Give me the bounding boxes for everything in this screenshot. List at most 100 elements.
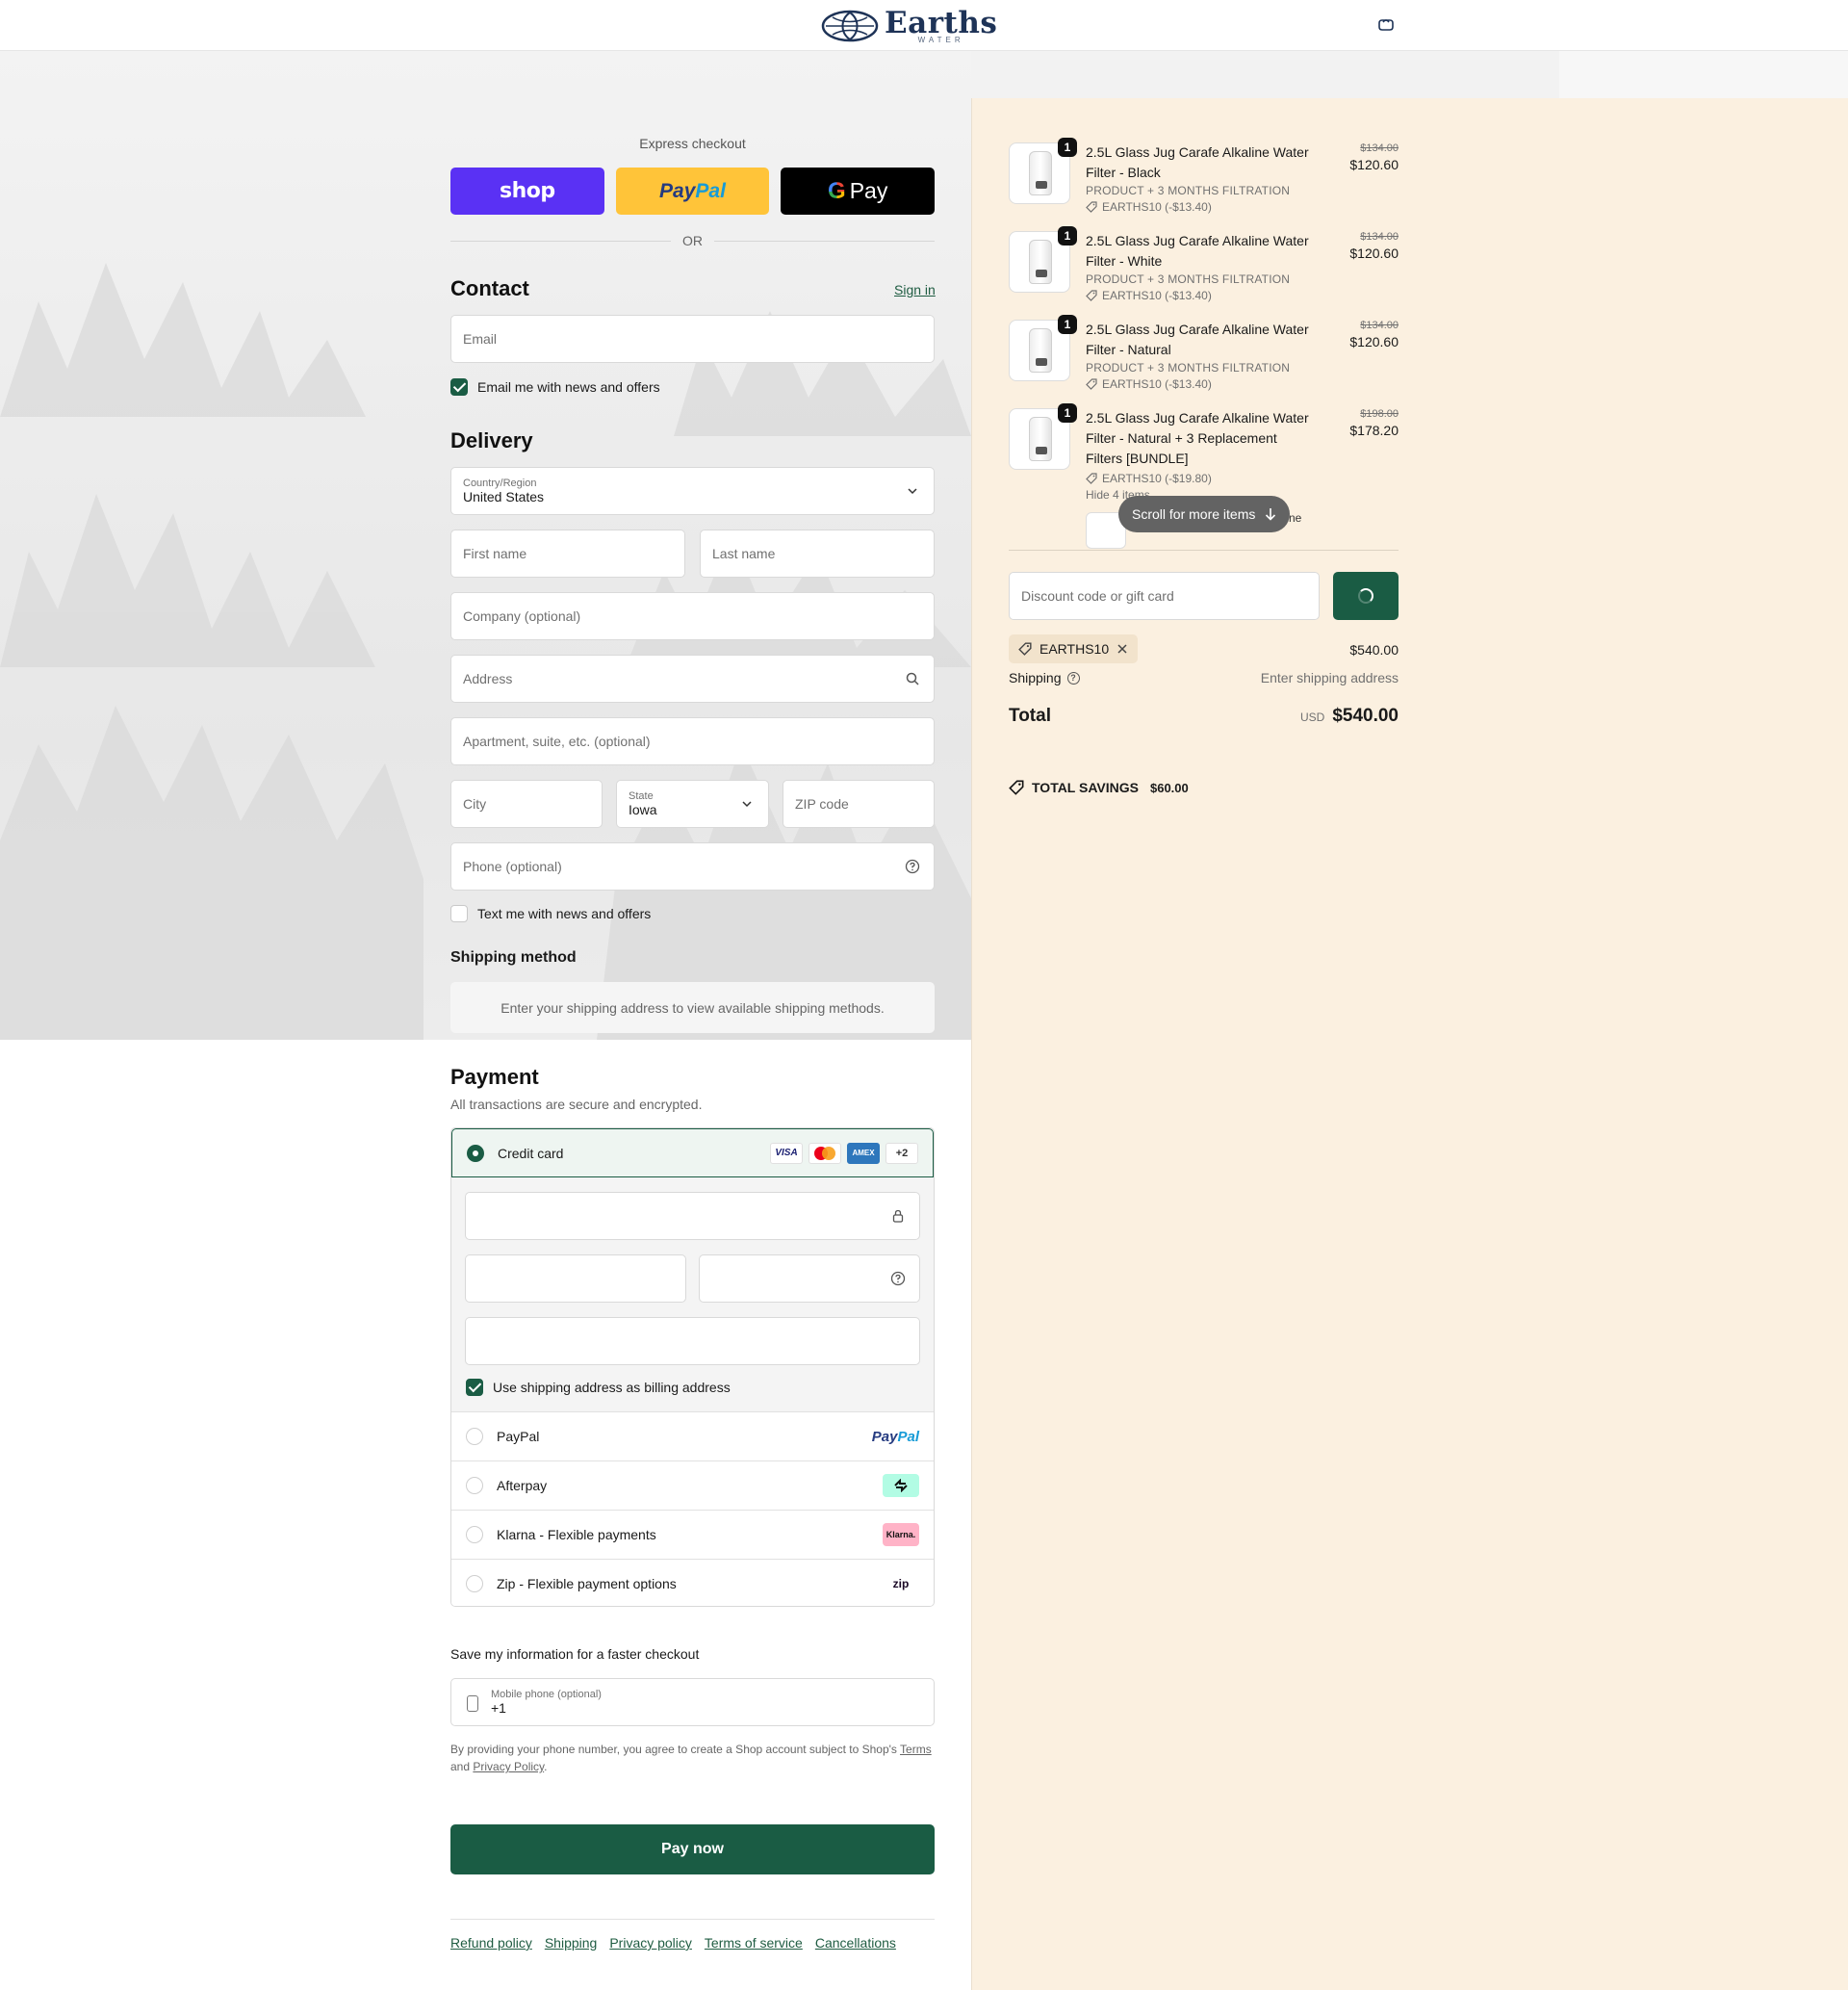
scroll-more-label: Scroll for more items [1132,506,1256,522]
express-checkout-label: Express checkout [639,136,746,151]
jug-image [1029,240,1052,284]
subtotal-value: $540.00 [1349,642,1399,658]
jug-image [1029,417,1052,461]
jug-image [1029,151,1052,195]
save-info-heading: Save my information for a faster checkou… [450,1646,700,1662]
line-item: 1 2.5L Glass Jug Carafe Alkaline Water F… [1009,315,1399,397]
state-label: State [629,790,654,802]
tag-icon [1009,780,1024,795]
sign-in-link[interactable]: Sign in [894,282,936,297]
state-select[interactable]: State Iowa [616,780,769,828]
billing-checkbox-row[interactable]: Use shipping address as billing address [466,1379,731,1396]
mobile-phone-field[interactable]: Mobile phone (optional) +1 [450,1678,935,1726]
email-news-checkbox[interactable] [450,378,468,396]
klarna-option[interactable]: Klarna - Flexible payments Klarna. [451,1510,934,1559]
shipping-value: Enter shipping address [1260,670,1399,685]
shipping-label: Shipping [1009,670,1062,685]
city-field[interactable]: City [450,780,603,828]
privacy-policy-footer-link[interactable]: Privacy policy [609,1935,692,1951]
country-value: United States [463,489,545,504]
paypal-radio[interactable] [466,1428,483,1445]
email-news-checkbox-row[interactable]: Email me with news and offers [450,378,660,396]
mobile-phone-icon [467,1695,478,1712]
first-name-placeholder: First name [463,546,527,561]
item-variant: PRODUCT + 3 MONTHS FILTRATION [1086,184,1291,197]
payment-subtitle: All transactions are secure and encrypte… [450,1097,703,1112]
zip-radio[interactable] [466,1575,483,1592]
zip-option[interactable]: Zip - Flexible payment options zip [451,1559,934,1606]
card-number-field[interactable] [465,1192,920,1240]
google-pay-button[interactable]: G Pay [781,168,936,215]
last-name-placeholder: Last name [712,546,776,561]
divider-line [450,240,671,242]
tag-icon [1086,473,1097,484]
company-field[interactable]: Company (optional) [450,592,935,640]
item-price: $178.20 [1349,423,1399,438]
apply-discount-button[interactable] [1333,572,1399,620]
payment-heading: Payment [450,1065,539,1089]
shipping-method-message: Enter your shipping address to view avai… [500,999,885,1016]
terms-of-service-link[interactable]: Terms of service [705,1935,803,1951]
paypal-button[interactable]: Pay Pal [615,168,770,215]
jug-image [1029,328,1052,373]
privacy-policy-link[interactable]: Privacy Policy [473,1760,544,1773]
phone-field[interactable]: Phone (optional) [450,842,935,891]
pay-now-button[interactable]: Pay now [450,1824,935,1874]
or-divider: OR [450,231,935,250]
applied-discount-chip: EARTHS10 [1009,634,1139,663]
security-code-field[interactable] [699,1254,920,1303]
credit-card-option[interactable]: Credit card VISA AMEX +2 [451,1128,934,1177]
terms-link[interactable]: Terms [900,1743,932,1756]
delivery-heading: Delivery [450,428,533,452]
search-icon [906,672,919,685]
top-strip-right [1559,51,1848,98]
paypal-logo-a: Pay [659,179,696,202]
credit-card-radio[interactable] [467,1144,484,1162]
text-news-checkbox[interactable] [450,905,468,922]
scroll-more-button[interactable]: Scroll for more items [1118,496,1291,532]
google-g-icon: G [828,177,846,204]
summary-divider [1009,550,1399,551]
billing-checkbox[interactable] [466,1379,483,1396]
help-circle-icon[interactable] [905,859,920,874]
discount-code-input[interactable]: Discount code or gift card [1009,572,1320,620]
cancellations-link[interactable]: Cancellations [815,1935,896,1951]
zip-field[interactable]: ZIP code [783,780,935,828]
header: Earths WATER [0,0,1848,51]
klarna-radio[interactable] [466,1526,483,1543]
divider-line [714,240,935,242]
shop-pay-button[interactable]: shop [450,168,604,215]
globe-leaf-icon [821,10,879,42]
paypal-option[interactable]: PayPal PayPal [451,1411,934,1460]
close-icon[interactable] [1116,643,1128,655]
afterpay-radio[interactable] [466,1477,483,1494]
help-circle-icon[interactable] [890,1271,906,1286]
last-name-field[interactable]: Last name [700,530,935,578]
total-savings: TOTAL SAVINGS $60.00 [1009,780,1189,795]
state-value: Iowa [629,802,657,817]
shipping-policy-link[interactable]: Shipping [545,1935,598,1951]
first-name-field[interactable]: First name [450,530,685,578]
help-circle-icon[interactable]: ? [1066,671,1080,685]
email-placeholder: Email [463,331,498,347]
afterpay-option[interactable]: Afterpay [451,1460,934,1510]
item-title: 2.5L Glass Jug Carafe Alkaline Water Fil… [1086,144,1309,180]
apartment-field[interactable]: Apartment, suite, etc. (optional) [450,717,935,765]
expiry-field[interactable] [465,1254,686,1303]
company-placeholder: Company (optional) [463,608,581,624]
tag-icon [1086,290,1097,301]
item-discount: EARTHS10 (-$13.40) [1086,289,1317,302]
email-field[interactable]: Email [450,315,935,363]
quantity-badge: 1 [1058,138,1077,157]
brand-logo[interactable]: Earths WATER [821,8,997,44]
country-select[interactable]: Country/Region United States [450,467,935,515]
total-currency: USD [1299,711,1325,724]
item-original-price: $134.00 [1360,231,1399,243]
name-on-card-field[interactable] [465,1317,920,1365]
address-field[interactable]: Address [450,655,935,703]
refund-policy-link[interactable]: Refund policy [450,1935,532,1951]
footer-links: Refund policy Shipping Privacy policy Te… [450,1935,896,1951]
text-news-label: Text me with news and offers [477,906,652,921]
text-news-checkbox-row[interactable]: Text me with news and offers [450,905,651,922]
cart-icon[interactable] [1376,15,1396,35]
